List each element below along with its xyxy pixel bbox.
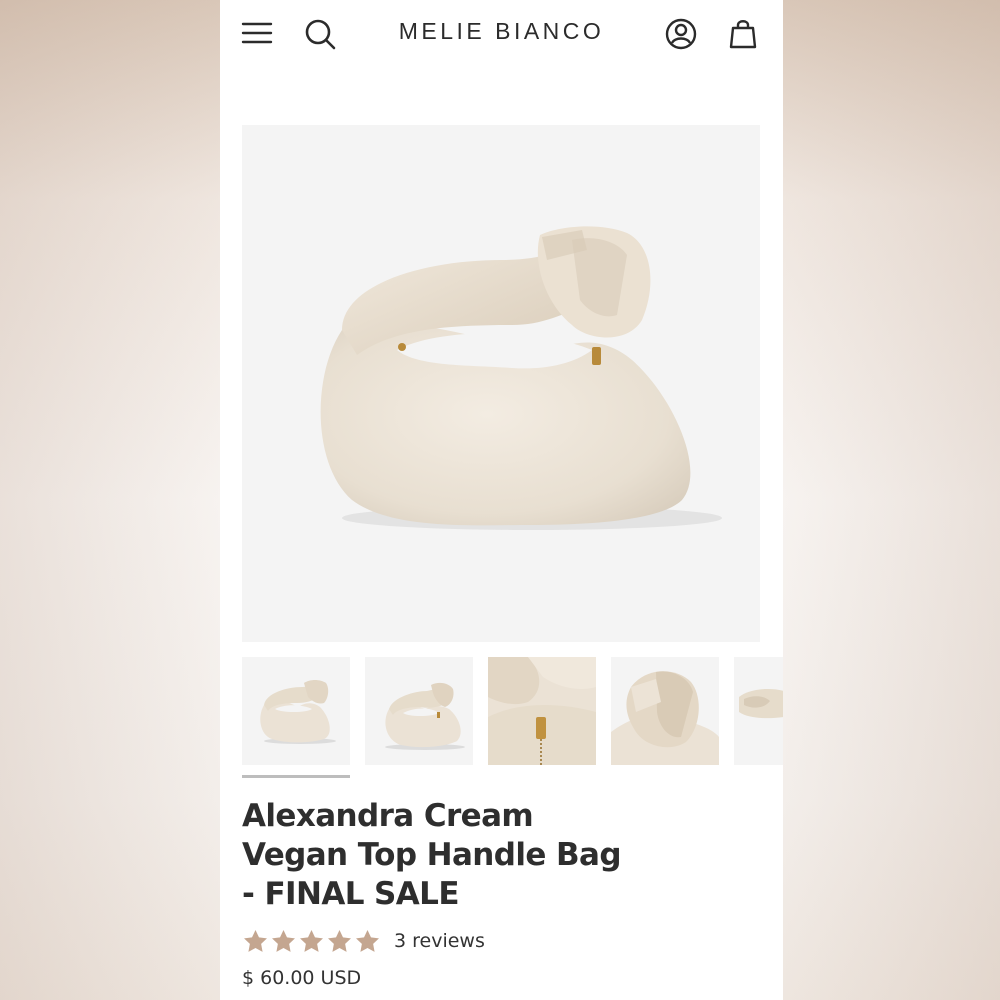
star-icon — [244, 929, 267, 952]
thumbnail-3[interactable] — [488, 657, 596, 765]
star-icon — [356, 929, 379, 952]
background-right — [783, 0, 1000, 1000]
site-header: MELIE BIANCO — [220, 0, 783, 70]
thumbnail-2[interactable] — [365, 657, 473, 765]
product-title: Alexandra Cream Vegan Top Handle Bag - F… — [242, 798, 622, 912]
thumbnail-1[interactable] — [242, 657, 350, 765]
thumbnail-scroll-indicator — [242, 775, 350, 778]
background-left — [0, 0, 220, 1000]
star-icon — [300, 929, 323, 952]
star-icon — [272, 929, 295, 952]
thumbnail-5[interactable] — [734, 657, 783, 765]
bag-icon[interactable] — [725, 16, 761, 52]
phone-screen: MELIE BIANCO Alexandra Cream Vegan Top H… — [220, 0, 783, 1000]
thumbnail-4[interactable] — [611, 657, 719, 765]
star-icon — [328, 929, 351, 952]
product-main-image[interactable] — [242, 125, 760, 642]
reviews-link[interactable]: 3 reviews — [394, 930, 485, 952]
thumbnail-strip — [242, 657, 783, 767]
product-price: $ 60.00 USD — [242, 967, 362, 989]
product-rating[interactable]: 3 reviews — [242, 925, 485, 957]
account-icon[interactable] — [663, 16, 699, 52]
